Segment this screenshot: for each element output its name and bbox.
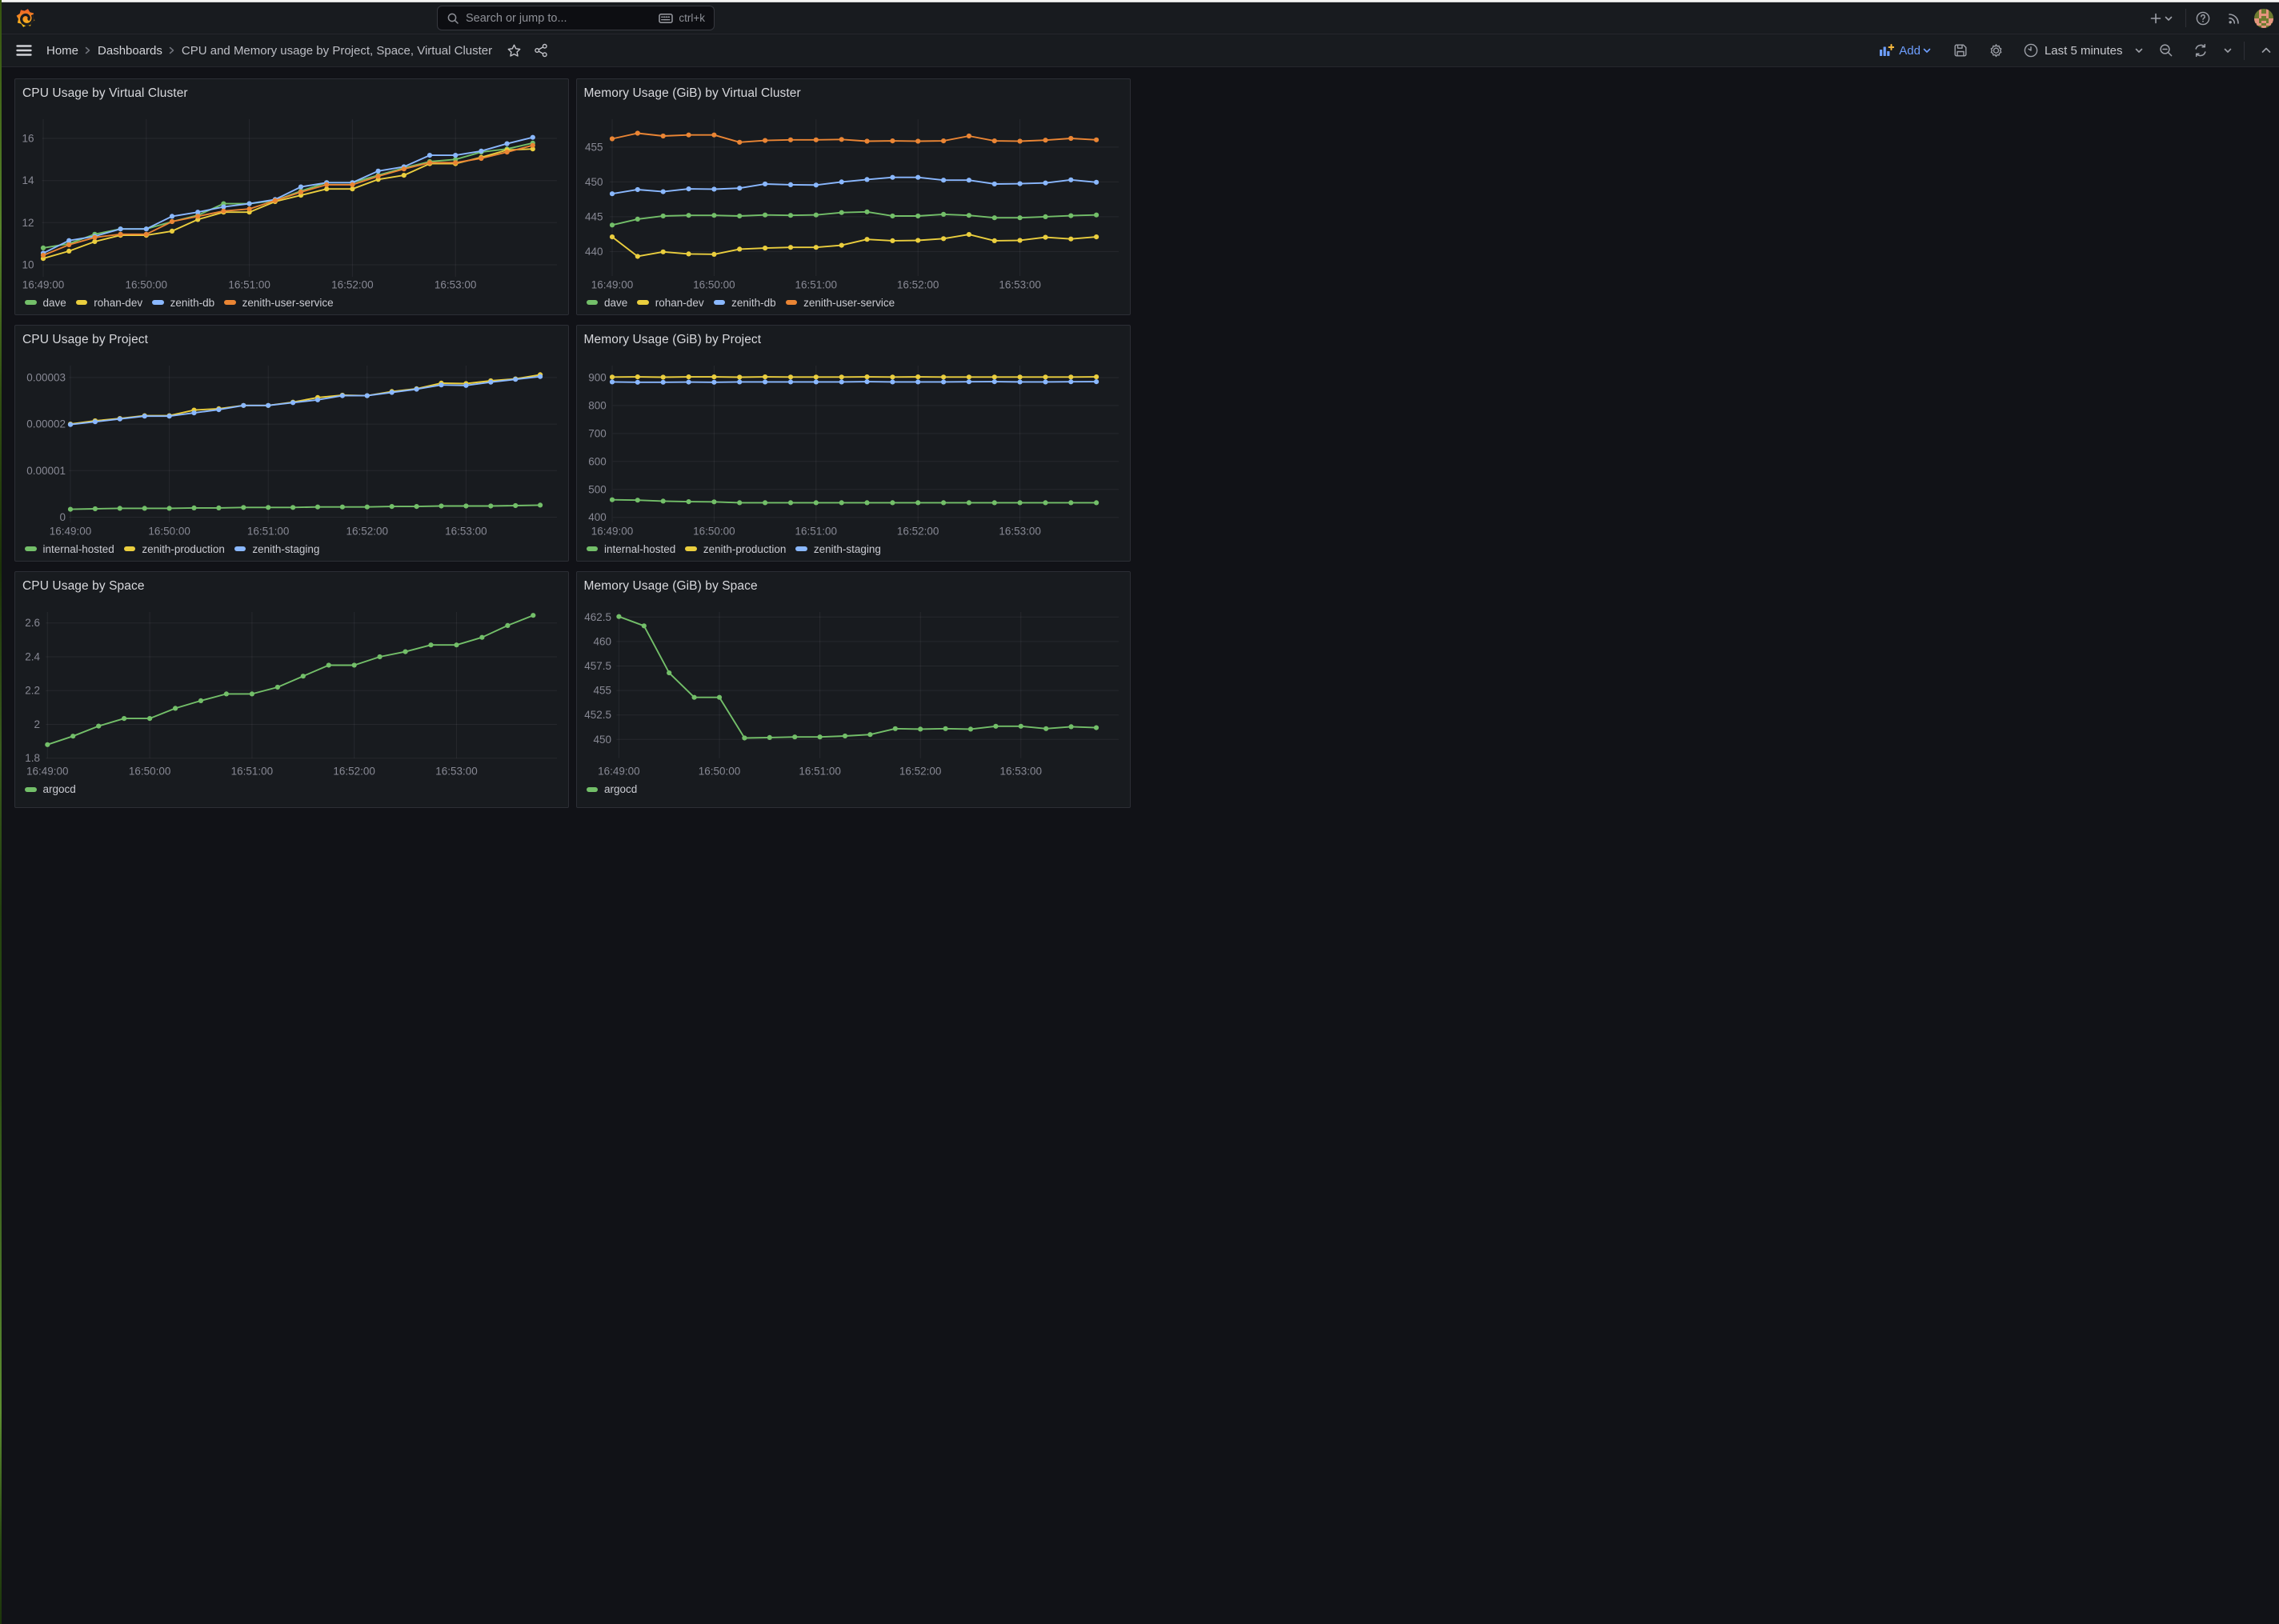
svg-text:2.2: 2.2 (25, 685, 40, 697)
svg-text:16:53:00: 16:53:00 (445, 526, 487, 538)
svg-text:460: 460 (593, 636, 611, 648)
svg-text:440: 440 (585, 246, 603, 258)
svg-text:0.00001: 0.00001 (26, 465, 66, 477)
svg-text:16:53:00: 16:53:00 (435, 766, 478, 778)
svg-text:1.8: 1.8 (25, 752, 40, 764)
svg-text:600: 600 (588, 455, 607, 467)
svg-text:450: 450 (585, 176, 603, 188)
svg-text:16:49:00: 16:49:00 (26, 766, 69, 778)
svg-text:16:51:00: 16:51:00 (247, 526, 290, 538)
svg-text:16:49:00: 16:49:00 (591, 278, 633, 290)
svg-text:500: 500 (588, 483, 607, 495)
svg-text:14: 14 (22, 174, 34, 186)
svg-text:16:51:00: 16:51:00 (795, 278, 837, 290)
svg-text:16:53:00: 16:53:00 (435, 278, 477, 290)
svg-text:16:52:00: 16:52:00 (896, 526, 939, 538)
svg-text:16:53:00: 16:53:00 (999, 766, 1042, 778)
svg-text:16:52:00: 16:52:00 (346, 526, 389, 538)
svg-text:16:49:00: 16:49:00 (598, 766, 640, 778)
svg-text:16:49:00: 16:49:00 (50, 526, 92, 538)
svg-text:16:50:00: 16:50:00 (129, 766, 170, 778)
svg-text:16:51:00: 16:51:00 (231, 766, 274, 778)
svg-text:0: 0 (60, 511, 66, 523)
svg-text:16:50:00: 16:50:00 (693, 278, 735, 290)
svg-text:16:52:00: 16:52:00 (896, 278, 939, 290)
svg-text:16:53:00: 16:53:00 (999, 526, 1041, 538)
svg-text:10: 10 (22, 258, 34, 270)
svg-text:16:52:00: 16:52:00 (333, 766, 375, 778)
svg-text:16:50:00: 16:50:00 (693, 526, 735, 538)
svg-text:0.00003: 0.00003 (26, 372, 66, 384)
svg-text:16:51:00: 16:51:00 (795, 526, 837, 538)
svg-text:16:50:00: 16:50:00 (126, 278, 168, 290)
svg-text:0.00002: 0.00002 (26, 418, 66, 430)
svg-text:16:51:00: 16:51:00 (799, 766, 840, 778)
svg-text:16:49:00: 16:49:00 (22, 278, 65, 290)
svg-text:455: 455 (593, 685, 611, 697)
svg-text:16:50:00: 16:50:00 (698, 766, 740, 778)
svg-text:16:49:00: 16:49:00 (591, 526, 633, 538)
svg-text:900: 900 (588, 372, 607, 384)
svg-text:16: 16 (22, 132, 34, 144)
svg-text:16:52:00: 16:52:00 (331, 278, 374, 290)
svg-text:12: 12 (22, 217, 34, 229)
svg-text:16:52:00: 16:52:00 (899, 766, 941, 778)
svg-text:450: 450 (593, 734, 611, 746)
svg-text:452.5: 452.5 (584, 709, 611, 721)
svg-text:800: 800 (588, 400, 607, 412)
svg-text:16:50:00: 16:50:00 (148, 526, 190, 538)
svg-text:400: 400 (588, 511, 607, 523)
svg-text:455: 455 (585, 141, 603, 153)
svg-text:2.6: 2.6 (25, 617, 40, 629)
svg-text:445: 445 (585, 210, 603, 222)
svg-text:457.5: 457.5 (584, 660, 611, 672)
svg-text:16:53:00: 16:53:00 (999, 278, 1041, 290)
svg-text:462.5: 462.5 (584, 611, 611, 623)
svg-text:2.4: 2.4 (25, 651, 40, 663)
svg-text:700: 700 (588, 428, 607, 440)
svg-text:16:51:00: 16:51:00 (228, 278, 270, 290)
svg-text:2: 2 (34, 718, 41, 730)
